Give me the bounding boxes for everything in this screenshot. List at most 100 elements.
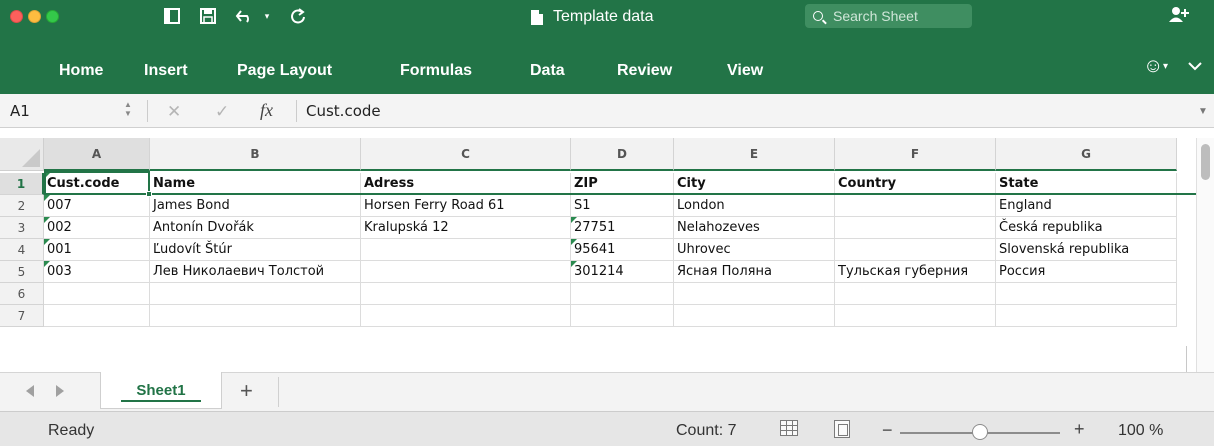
cell-f3[interactable] xyxy=(835,217,996,239)
cell-c4[interactable] xyxy=(361,239,571,261)
sidebar-toggle-icon[interactable] xyxy=(160,4,184,28)
zoom-slider-thumb[interactable] xyxy=(972,424,988,440)
add-sheet-button[interactable]: + xyxy=(240,378,253,404)
person-plus-icon[interactable] xyxy=(1168,6,1190,26)
cell-g5[interactable]: Россия xyxy=(996,261,1177,283)
zoom-out-button[interactable]: − xyxy=(882,420,893,441)
tab-review[interactable]: Review xyxy=(617,62,672,80)
cell-e1[interactable]: City xyxy=(674,173,835,195)
cell-b7[interactable] xyxy=(150,305,361,327)
insert-function-icon[interactable]: fx xyxy=(260,100,273,121)
cell-b1[interactable]: Name xyxy=(150,173,361,195)
cell-d3[interactable]: 27751 xyxy=(571,217,674,239)
next-sheet-icon[interactable] xyxy=(56,385,64,397)
split-handle[interactable] xyxy=(1186,346,1188,372)
cell-c3[interactable]: Kralupská 12 xyxy=(361,217,571,239)
cell-f6[interactable] xyxy=(835,283,996,305)
cell-f5[interactable]: Тульская губерния xyxy=(835,261,996,283)
cell-a3[interactable]: 002 xyxy=(44,217,150,239)
cell-b6[interactable] xyxy=(150,283,361,305)
page-layout-view-icon[interactable] xyxy=(834,420,850,438)
save-icon[interactable] xyxy=(196,4,220,28)
cell-f1[interactable]: Country xyxy=(835,173,996,195)
tab-insert[interactable]: Insert xyxy=(144,62,188,80)
feedback-dropdown-icon[interactable]: ▾ xyxy=(1163,61,1168,72)
cell-d4[interactable]: 95641 xyxy=(571,239,674,261)
cell-b5[interactable]: Лев Николаевич Толстой xyxy=(150,261,361,283)
name-box[interactable]: A1 xyxy=(4,99,124,123)
cell-d5[interactable]: 301214 xyxy=(571,261,674,283)
vertical-scrollbar-thumb[interactable] xyxy=(1201,144,1210,180)
undo-dropdown-icon[interactable]: ▾ xyxy=(261,4,273,28)
fill-handle[interactable] xyxy=(146,191,152,197)
row-header-2[interactable]: 2 xyxy=(0,195,44,217)
cell-d6[interactable] xyxy=(571,283,674,305)
row-header-6[interactable]: 6 xyxy=(0,283,44,305)
undo-icon[interactable] xyxy=(232,4,258,28)
column-header-c[interactable]: C xyxy=(361,138,571,171)
cell-c5[interactable] xyxy=(361,261,571,283)
cell-b4[interactable]: Ľudovít Štúr xyxy=(150,239,361,261)
cell-f7[interactable] xyxy=(835,305,996,327)
cell-f4[interactable] xyxy=(835,239,996,261)
cell-e7[interactable] xyxy=(674,305,835,327)
close-window-button[interactable] xyxy=(10,10,23,23)
cell-a7[interactable] xyxy=(44,305,150,327)
cell-b2[interactable]: James Bond xyxy=(150,195,361,217)
cell-g2[interactable]: England xyxy=(996,195,1177,217)
tab-page-layout[interactable]: Page Layout xyxy=(237,62,332,80)
cell-c7[interactable] xyxy=(361,305,571,327)
column-header-a[interactable]: A xyxy=(44,138,150,171)
cell-a2[interactable]: 007 xyxy=(44,195,150,217)
cell-a6[interactable] xyxy=(44,283,150,305)
cell-c1[interactable]: Adress xyxy=(361,173,571,195)
collapse-ribbon-chevron-icon[interactable] xyxy=(1188,58,1202,74)
vertical-scrollbar[interactable] xyxy=(1196,138,1214,372)
column-header-e[interactable]: E xyxy=(674,138,835,171)
maximize-window-button[interactable] xyxy=(46,10,59,23)
select-all-button[interactable] xyxy=(0,138,44,171)
minimize-window-button[interactable] xyxy=(28,10,41,23)
cell-g3[interactable]: Česká republika xyxy=(996,217,1177,239)
cell-g1[interactable]: State xyxy=(996,173,1177,195)
formula-input[interactable]: Cust.code xyxy=(306,100,381,122)
row-header-4[interactable]: 4 xyxy=(0,239,44,261)
tab-data[interactable]: Data xyxy=(530,62,565,80)
normal-view-icon[interactable] xyxy=(780,420,798,436)
previous-sheet-icon[interactable] xyxy=(26,385,34,397)
row-header-5[interactable]: 5 xyxy=(0,261,44,283)
worksheet-grid[interactable]: A B C D E F G 1 Cust.code Name Adress ZIP City Countr… xyxy=(0,138,1196,346)
feedback-smiley-icon[interactable]: ☺ xyxy=(1143,55,1163,78)
redo-icon[interactable] xyxy=(286,4,310,28)
zoom-in-button[interactable]: + xyxy=(1074,419,1085,440)
cancel-formula-icon[interactable]: ✕ xyxy=(167,102,181,122)
cell-d7[interactable] xyxy=(571,305,674,327)
cell-g7[interactable] xyxy=(996,305,1177,327)
cell-e4[interactable]: Uhrovec xyxy=(674,239,835,261)
cell-a4[interactable]: 001 xyxy=(44,239,150,261)
tab-formulas[interactable]: Formulas xyxy=(400,62,472,80)
cell-e6[interactable] xyxy=(674,283,835,305)
enter-formula-icon[interactable]: ✓ xyxy=(215,102,229,122)
zoom-percentage[interactable]: 100 % xyxy=(1118,422,1163,440)
cell-a1[interactable]: Cust.code xyxy=(44,173,150,195)
tab-home[interactable]: Home xyxy=(59,62,103,80)
cell-d2[interactable]: S1 xyxy=(571,195,674,217)
sheet-tab-sheet1[interactable]: Sheet1 xyxy=(100,372,222,409)
tab-view[interactable]: View xyxy=(727,62,763,80)
cell-g6[interactable] xyxy=(996,283,1177,305)
cell-c6[interactable] xyxy=(361,283,571,305)
search-sheet-field[interactable]: Search Sheet xyxy=(805,4,972,28)
column-header-d[interactable]: D xyxy=(571,138,674,171)
cell-e3[interactable]: Nelahozeves xyxy=(674,217,835,239)
cell-e5[interactable]: Ясная Поляна xyxy=(674,261,835,283)
column-header-b[interactable]: B xyxy=(150,138,361,171)
column-header-f[interactable]: F xyxy=(835,138,996,171)
row-header-3[interactable]: 3 xyxy=(0,217,44,239)
cell-a5[interactable]: 003 xyxy=(44,261,150,283)
cell-g4[interactable]: Slovenská republika xyxy=(996,239,1177,261)
row-header-7[interactable]: 7 xyxy=(0,305,44,327)
expand-formula-icon[interactable]: ▼ xyxy=(1198,106,1208,117)
cell-e2[interactable]: London xyxy=(674,195,835,217)
cell-b3[interactable]: Antonín Dvořák xyxy=(150,217,361,239)
